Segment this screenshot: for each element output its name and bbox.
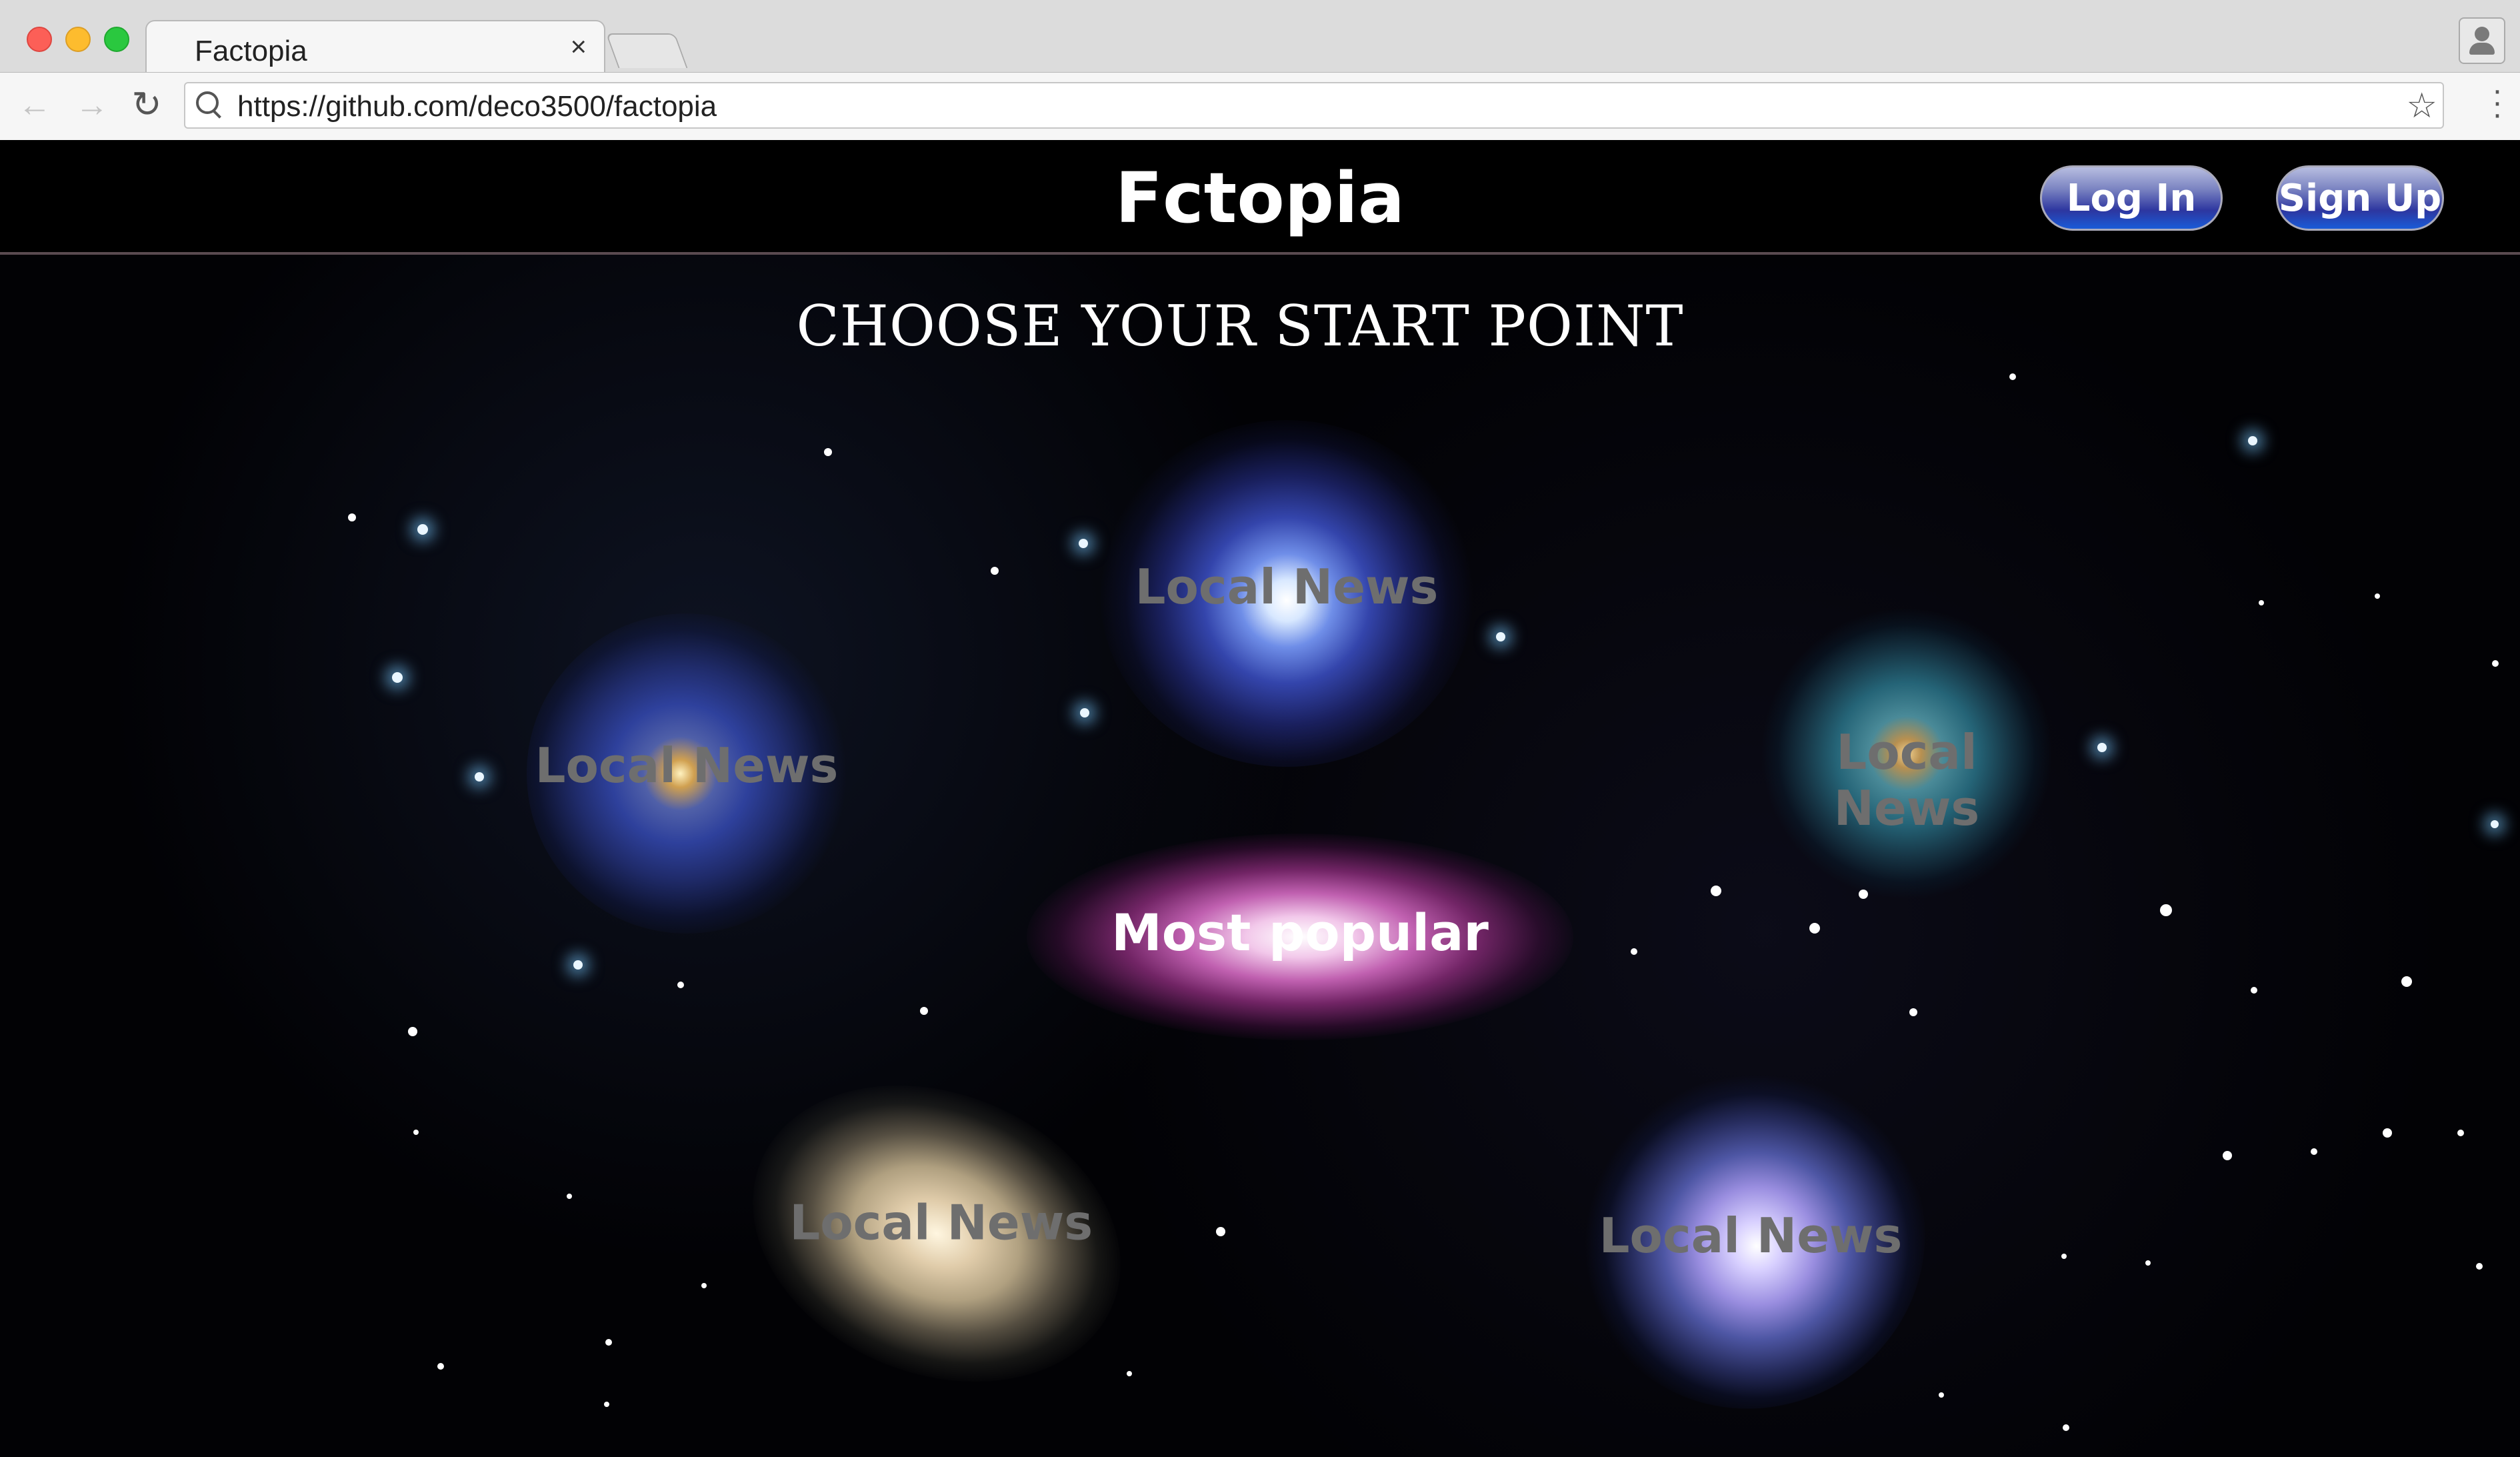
star xyxy=(408,1027,417,1036)
star xyxy=(2061,1254,2067,1259)
galaxy-label: Local News xyxy=(535,738,839,794)
back-button[interactable]: ← xyxy=(15,85,55,125)
star xyxy=(2063,1424,2069,1431)
galaxy-local-news-right[interactable]: Local News xyxy=(1760,607,2053,900)
reload-button[interactable]: ↻ xyxy=(127,85,167,125)
galaxy-local-news-left[interactable]: Local News xyxy=(527,613,847,934)
galaxy-label: Local News xyxy=(1833,724,1980,836)
bookmark-star-icon[interactable]: ☆ xyxy=(2406,86,2437,126)
galaxy-local-news-top[interactable]: Local News xyxy=(1100,420,1473,767)
star xyxy=(1496,632,1505,641)
menu-dots-icon[interactable]: · · · xyxy=(2492,75,2503,131)
tab-title: Factopia xyxy=(195,35,307,67)
star xyxy=(2009,373,2016,380)
star xyxy=(2223,1151,2232,1160)
close-icon[interactable]: × xyxy=(570,31,587,63)
star xyxy=(1127,1371,1132,1376)
galaxy-label: Most popular xyxy=(1111,903,1489,962)
url-text[interactable]: https://github.com/deco3500/factopia xyxy=(237,90,717,123)
profile-icon-body xyxy=(2469,43,2495,55)
star xyxy=(1711,886,1721,896)
close-window-button[interactable] xyxy=(27,27,52,52)
star xyxy=(1216,1227,1225,1236)
page-heading: CHOOSE YOUR START POINT xyxy=(796,293,1684,359)
site-header: Fctopia Log In Sign Up xyxy=(0,140,2520,255)
star xyxy=(1809,923,1820,934)
galaxy-label: Local News xyxy=(1135,559,1439,615)
galaxy-most-popular[interactable]: Most popular xyxy=(1027,834,1573,1040)
star xyxy=(413,1130,419,1135)
star xyxy=(677,982,684,988)
sign-up-button[interactable]: Sign Up xyxy=(2276,165,2444,231)
star xyxy=(2476,1263,2483,1270)
star xyxy=(2097,743,2107,752)
new-tab-button[interactable] xyxy=(605,33,688,68)
star xyxy=(604,1402,609,1407)
tab-factopia[interactable]: Factopia × xyxy=(145,20,605,73)
star xyxy=(567,1194,572,1199)
star xyxy=(1939,1392,1944,1398)
star xyxy=(1631,948,1637,955)
star xyxy=(2248,436,2257,445)
page-content: Fctopia Log In Sign Up CHOOSE YOUR START… xyxy=(0,140,2520,1457)
star xyxy=(991,567,999,575)
browser-toolbar: ← → ↻ https://github.com/deco3500/factop… xyxy=(0,72,2520,141)
star xyxy=(1909,1008,1917,1016)
star xyxy=(2251,987,2257,994)
star xyxy=(1080,708,1089,717)
star xyxy=(573,960,583,970)
star xyxy=(701,1283,707,1288)
browser-chrome: Factopia × ← → ↻ https://github.com/deco… xyxy=(0,0,2520,141)
star xyxy=(2383,1128,2392,1138)
star xyxy=(920,1007,928,1015)
star xyxy=(605,1339,612,1346)
star xyxy=(392,672,403,683)
star xyxy=(2375,593,2380,599)
star xyxy=(1079,539,1088,548)
star xyxy=(2311,1148,2317,1155)
log-in-button[interactable]: Log In xyxy=(2040,165,2223,231)
minimize-window-button[interactable] xyxy=(65,27,91,52)
star xyxy=(417,524,428,535)
star xyxy=(2259,600,2264,605)
star xyxy=(348,513,356,521)
address-bar[interactable]: https://github.com/deco3500/factopia ☆ xyxy=(184,82,2444,129)
profile-icon xyxy=(2475,27,2489,41)
search-icon xyxy=(196,91,219,114)
profile-button[interactable] xyxy=(2459,17,2505,64)
star xyxy=(2401,976,2412,987)
star xyxy=(2160,904,2172,916)
forward-button[interactable]: → xyxy=(72,85,112,125)
galaxy-local-news-bottom-left[interactable]: Local News xyxy=(708,1032,1165,1435)
tab-bar: Factopia × xyxy=(0,0,2520,73)
maximize-window-button[interactable] xyxy=(104,27,129,52)
star xyxy=(2491,820,2499,828)
galaxy-local-news-bottom-right[interactable]: Local News xyxy=(1519,1009,1987,1457)
star xyxy=(2457,1130,2464,1136)
star xyxy=(2145,1260,2151,1266)
galaxy-label: Local News xyxy=(1599,1208,1903,1264)
star xyxy=(437,1363,444,1370)
star xyxy=(475,772,484,782)
galaxy-label: Local News xyxy=(789,1194,1093,1251)
star xyxy=(824,448,832,456)
star xyxy=(2492,660,2499,667)
